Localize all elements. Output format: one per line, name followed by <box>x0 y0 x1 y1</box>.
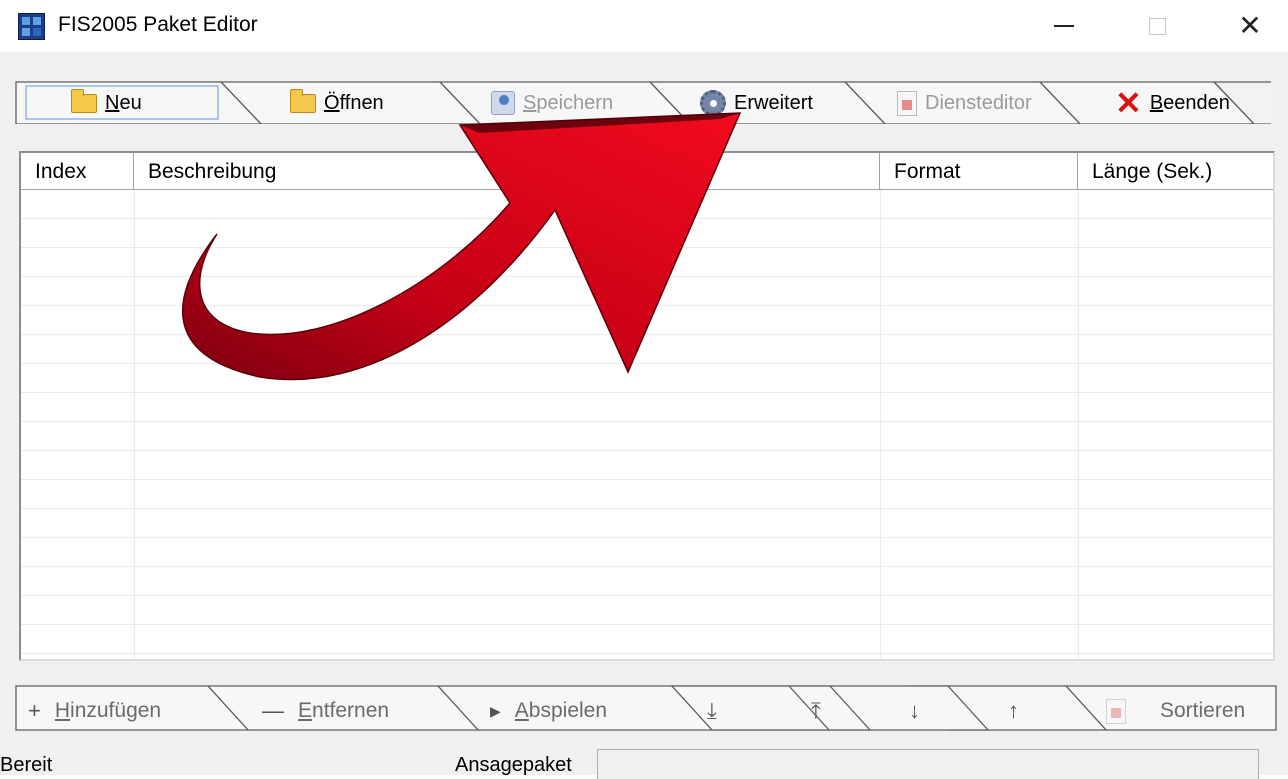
save-icon <box>491 91 515 115</box>
status-text: Bereit <box>0 754 53 776</box>
minimize-icon <box>1054 25 1074 27</box>
tab-neu-label: Neu <box>105 91 142 114</box>
tab-speichern[interactable]: Speichern <box>491 88 613 118</box>
table-row[interactable] <box>21 190 1273 219</box>
hinzufuegen-button[interactable]: + Hinzufügen <box>28 695 161 727</box>
window-title: FIS2005 Paket Editor <box>58 13 258 36</box>
abspielen-button[interactable]: ▶ Abspielen <box>490 695 607 727</box>
action-tab-shapes <box>15 685 1277 731</box>
hinzufuegen-label: Hinzufügen <box>54 699 162 722</box>
sortieren-label: Sortieren <box>1160 699 1246 722</box>
tab-beenden-label: Beenden <box>1149 91 1230 114</box>
close-icon: ✕ <box>1238 10 1262 41</box>
tab-oeffnen[interactable]: Öffnen <box>290 88 384 118</box>
move-to-top-icon: ⤒ <box>811 698 821 723</box>
gear-icon <box>700 90 726 116</box>
toolbar-tab-shapes <box>15 81 1271 124</box>
table-row[interactable] <box>21 219 1273 248</box>
column-divider <box>1078 190 1079 659</box>
minimize-button[interactable] <box>1034 8 1094 44</box>
close-icon: ✕ <box>1115 85 1142 121</box>
table-row[interactable] <box>21 393 1273 422</box>
table-row[interactable] <box>21 277 1273 306</box>
maximize-icon <box>1148 17 1166 35</box>
tab-erweitert[interactable]: Erweitert <box>700 88 813 118</box>
column-header-index[interactable]: Index <box>21 153 134 190</box>
move-to-bottom-button[interactable]: ⤓ <box>707 695 717 727</box>
announcement-list[interactable]: Index Beschreibung Format Länge (Sek.) <box>19 151 1275 661</box>
tab-oeffnen-label: Öffnen <box>324 91 384 114</box>
table-row[interactable] <box>21 335 1273 364</box>
table-row[interactable] <box>21 596 1273 625</box>
app-icon <box>18 13 45 40</box>
column-header-laenge[interactable]: Länge (Sek.) <box>1078 153 1273 190</box>
package-label: Ansagepaket <box>455 754 572 776</box>
main-toolbar: Neu Öffnen Speichern Erweitert Dienstedi… <box>14 72 1284 124</box>
move-to-bottom-icon: ⤓ <box>707 698 717 723</box>
column-divider <box>880 190 881 659</box>
application-window: FIS2005 Paket Editor ✕ Neu Öffnen Speich… <box>0 0 1288 779</box>
status-bar: Bereit Ansagepaket <box>0 744 1288 779</box>
abspielen-label: Abspielen <box>514 699 608 722</box>
title-bar: FIS2005 Paket Editor ✕ <box>0 0 1288 52</box>
maximize-button[interactable] <box>1127 8 1187 44</box>
table-row[interactable] <box>21 567 1273 596</box>
table-row[interactable] <box>21 538 1273 567</box>
table-row[interactable] <box>21 480 1273 509</box>
tab-neu[interactable]: Neu <box>71 88 142 118</box>
column-header-format[interactable]: Format <box>880 153 1078 190</box>
tab-diensteditor-label: Diensteditor <box>925 91 1032 114</box>
sort-document-icon <box>1106 698 1126 724</box>
list-action-bar: + Hinzufügen — Entfernen ▶ Abspielen ⤓ ⤒… <box>14 682 1284 738</box>
play-icon: ▶ <box>490 702 501 719</box>
tab-beenden[interactable]: ✕ Beenden <box>1115 85 1230 121</box>
table-row[interactable] <box>21 509 1273 538</box>
document-icon <box>897 90 917 116</box>
entfernen-label: Entfernen <box>298 699 390 722</box>
move-down-icon: ↓ <box>909 698 920 723</box>
table-row[interactable] <box>21 625 1273 654</box>
move-up-icon: ↑ <box>1008 698 1019 723</box>
table-row[interactable] <box>21 248 1273 277</box>
sortieren-button[interactable]: Sortieren <box>1106 695 1245 727</box>
table-row[interactable] <box>21 451 1273 480</box>
column-header-beschreibung[interactable]: Beschreibung <box>134 153 880 190</box>
column-divider <box>134 190 135 659</box>
new-folder-icon <box>71 88 97 113</box>
entfernen-button[interactable]: — Entfernen <box>262 695 389 727</box>
folder-icon <box>290 88 316 113</box>
close-window-button[interactable]: ✕ <box>1220 8 1280 44</box>
table-row[interactable] <box>21 654 1273 659</box>
move-up-button[interactable]: ↑ <box>1008 695 1019 727</box>
table-row[interactable] <box>21 422 1273 451</box>
move-down-button[interactable]: ↓ <box>909 695 920 727</box>
plus-icon: + <box>28 698 41 723</box>
table-row[interactable] <box>21 364 1273 393</box>
tab-speichern-label: Speichern <box>523 91 614 114</box>
minus-icon: — <box>262 698 284 723</box>
list-header: Index Beschreibung Format Länge (Sek.) <box>21 153 1273 190</box>
move-to-top-button[interactable]: ⤒ <box>811 695 821 727</box>
tab-diensteditor[interactable]: Diensteditor <box>897 88 1032 118</box>
tab-erweitert-label: Erweitert <box>734 91 813 114</box>
list-body[interactable] <box>21 190 1273 659</box>
table-row[interactable] <box>21 306 1273 335</box>
